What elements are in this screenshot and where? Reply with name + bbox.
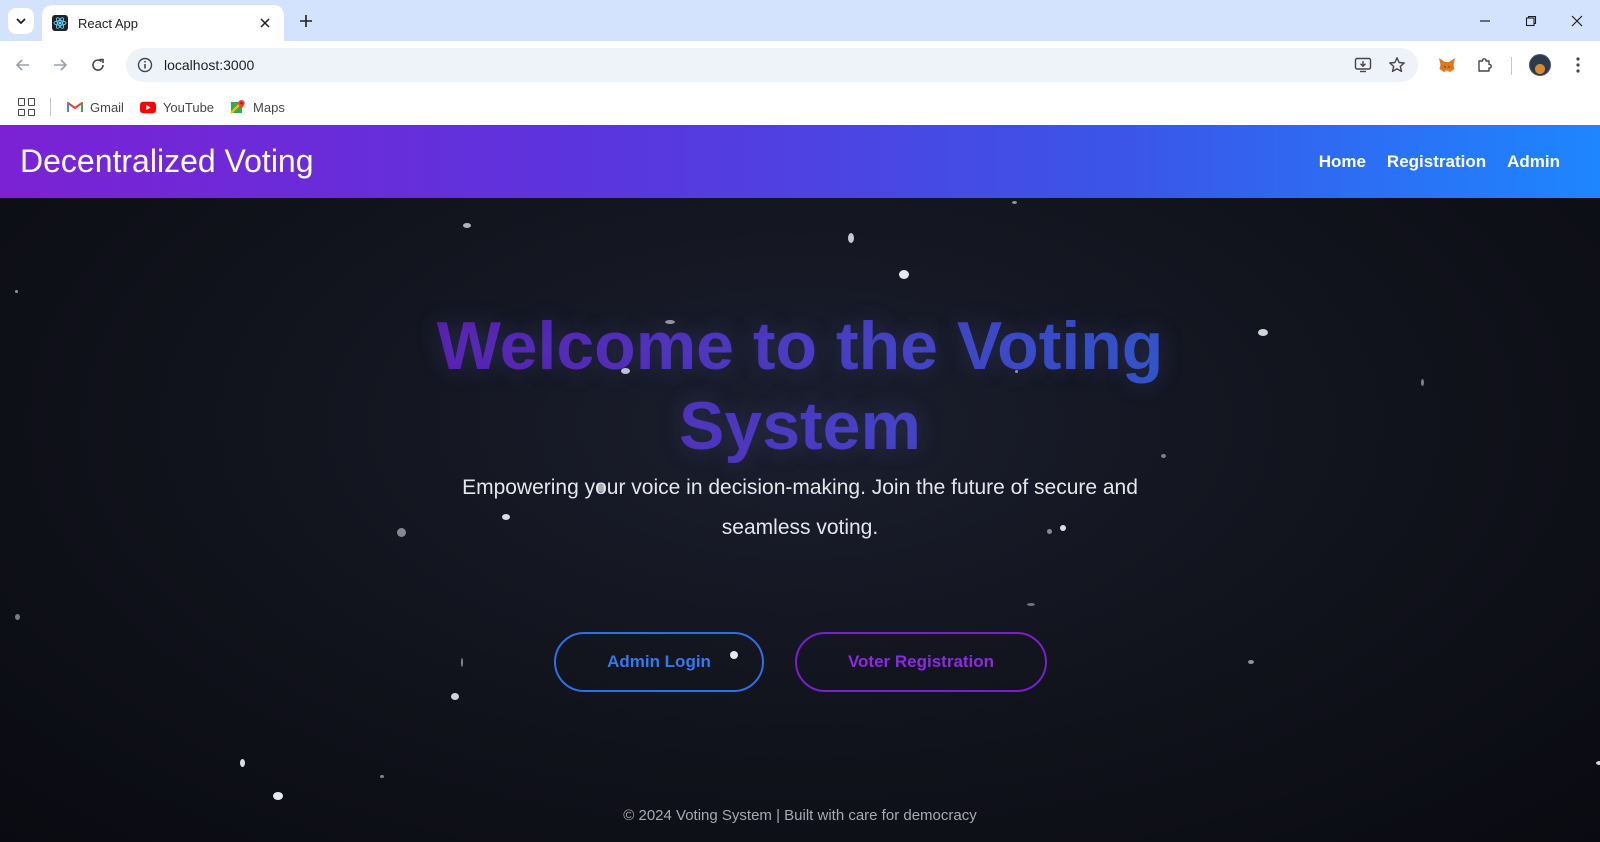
nav-link-admin[interactable]: Admin [1507, 152, 1560, 172]
install-icon[interactable] [1350, 52, 1376, 78]
bookmarks-bar: Gmail YouTube Maps [0, 89, 1600, 125]
plus-icon [300, 15, 312, 27]
address-bar[interactable]: localhost:3000 [126, 48, 1418, 82]
bookmark-label: Maps [253, 99, 285, 115]
star-particle [461, 658, 463, 667]
star-particle [1027, 603, 1035, 606]
arrow-left-icon [15, 59, 29, 71]
star-icon[interactable] [1384, 52, 1410, 78]
profile-button[interactable] [1526, 51, 1554, 79]
voter-registration-button[interactable]: Voter Registration [795, 632, 1047, 692]
star-particle [1012, 201, 1017, 204]
close-window-button[interactable] [1554, 0, 1600, 41]
maps-icon [230, 99, 246, 115]
bookmark-maps[interactable]: Maps [230, 99, 285, 115]
admin-login-button[interactable]: Admin Login [554, 632, 764, 692]
footer-text: © 2024 Voting System | Built with care f… [623, 807, 977, 824]
new-tab-button[interactable] [294, 9, 318, 33]
bookmarks-divider [50, 98, 51, 116]
bookmark-youtube[interactable]: YouTube [139, 99, 215, 115]
toolbar-divider [1511, 57, 1512, 75]
close-icon [1571, 15, 1583, 26]
app-navbar: Decentralized Voting Home Registration A… [0, 125, 1600, 198]
avatar [1529, 54, 1551, 76]
nav-link-registration[interactable]: Registration [1387, 152, 1486, 172]
star-particle [463, 223, 471, 228]
nav-link-home[interactable]: Home [1319, 152, 1366, 172]
star-particle [15, 614, 20, 620]
kebab-icon[interactable] [1564, 51, 1592, 79]
star-particle [899, 270, 909, 279]
apps-grid-icon[interactable] [18, 98, 36, 116]
browser-toolbar: localhost:3000 [0, 41, 1600, 89]
info-icon[interactable] [136, 56, 154, 74]
puzzle-icon[interactable] [1471, 51, 1499, 79]
star-particle [273, 792, 283, 800]
nav-links: Home Registration Admin [1319, 152, 1580, 172]
hero-section: Welcome to the Voting System Empowering … [0, 198, 1600, 842]
reload-icon [92, 58, 104, 71]
star-particle [15, 290, 18, 293]
bookmark-gmail[interactable]: Gmail [67, 99, 124, 115]
youtube-icon [139, 99, 156, 115]
star-particle [240, 759, 245, 767]
arrow-right-icon [54, 59, 68, 71]
star-particle [397, 528, 406, 537]
star-particle [451, 693, 459, 700]
close-icon[interactable] [256, 14, 274, 32]
window-controls [1462, 0, 1600, 41]
gmail-icon [67, 99, 83, 115]
browser-tabstrip: React App [0, 0, 1600, 41]
fox-icon[interactable] [1433, 51, 1461, 79]
star-particle [1421, 379, 1424, 386]
bookmark-label: YouTube [162, 99, 215, 115]
star-particle [1596, 761, 1600, 765]
star-particle [1248, 660, 1254, 664]
url-text[interactable]: localhost:3000 [164, 57, 1350, 73]
tab-search-button[interactable] [8, 8, 34, 34]
restore-icon [1525, 15, 1537, 26]
browser-tab[interactable]: React App [42, 5, 284, 41]
star-particle [380, 775, 384, 778]
brand-title[interactable]: Decentralized Voting [20, 143, 314, 180]
star-particle [1258, 329, 1268, 336]
restore-button[interactable] [1508, 0, 1554, 41]
back-button[interactable] [11, 53, 35, 77]
hero-title: Welcome to the Voting System [380, 306, 1220, 466]
forward-button[interactable] [48, 53, 72, 77]
minimize-button[interactable] [1462, 0, 1508, 41]
react-icon [52, 15, 68, 31]
star-particle [848, 233, 854, 243]
hero-subtitle: Empowering your voice in decision-making… [462, 476, 1138, 539]
minimize-icon [1480, 19, 1490, 22]
chevron-down-icon [16, 18, 26, 25]
tab-title: React App [78, 15, 138, 31]
reload-button[interactable] [86, 53, 110, 77]
bookmark-label: Gmail [90, 99, 124, 115]
